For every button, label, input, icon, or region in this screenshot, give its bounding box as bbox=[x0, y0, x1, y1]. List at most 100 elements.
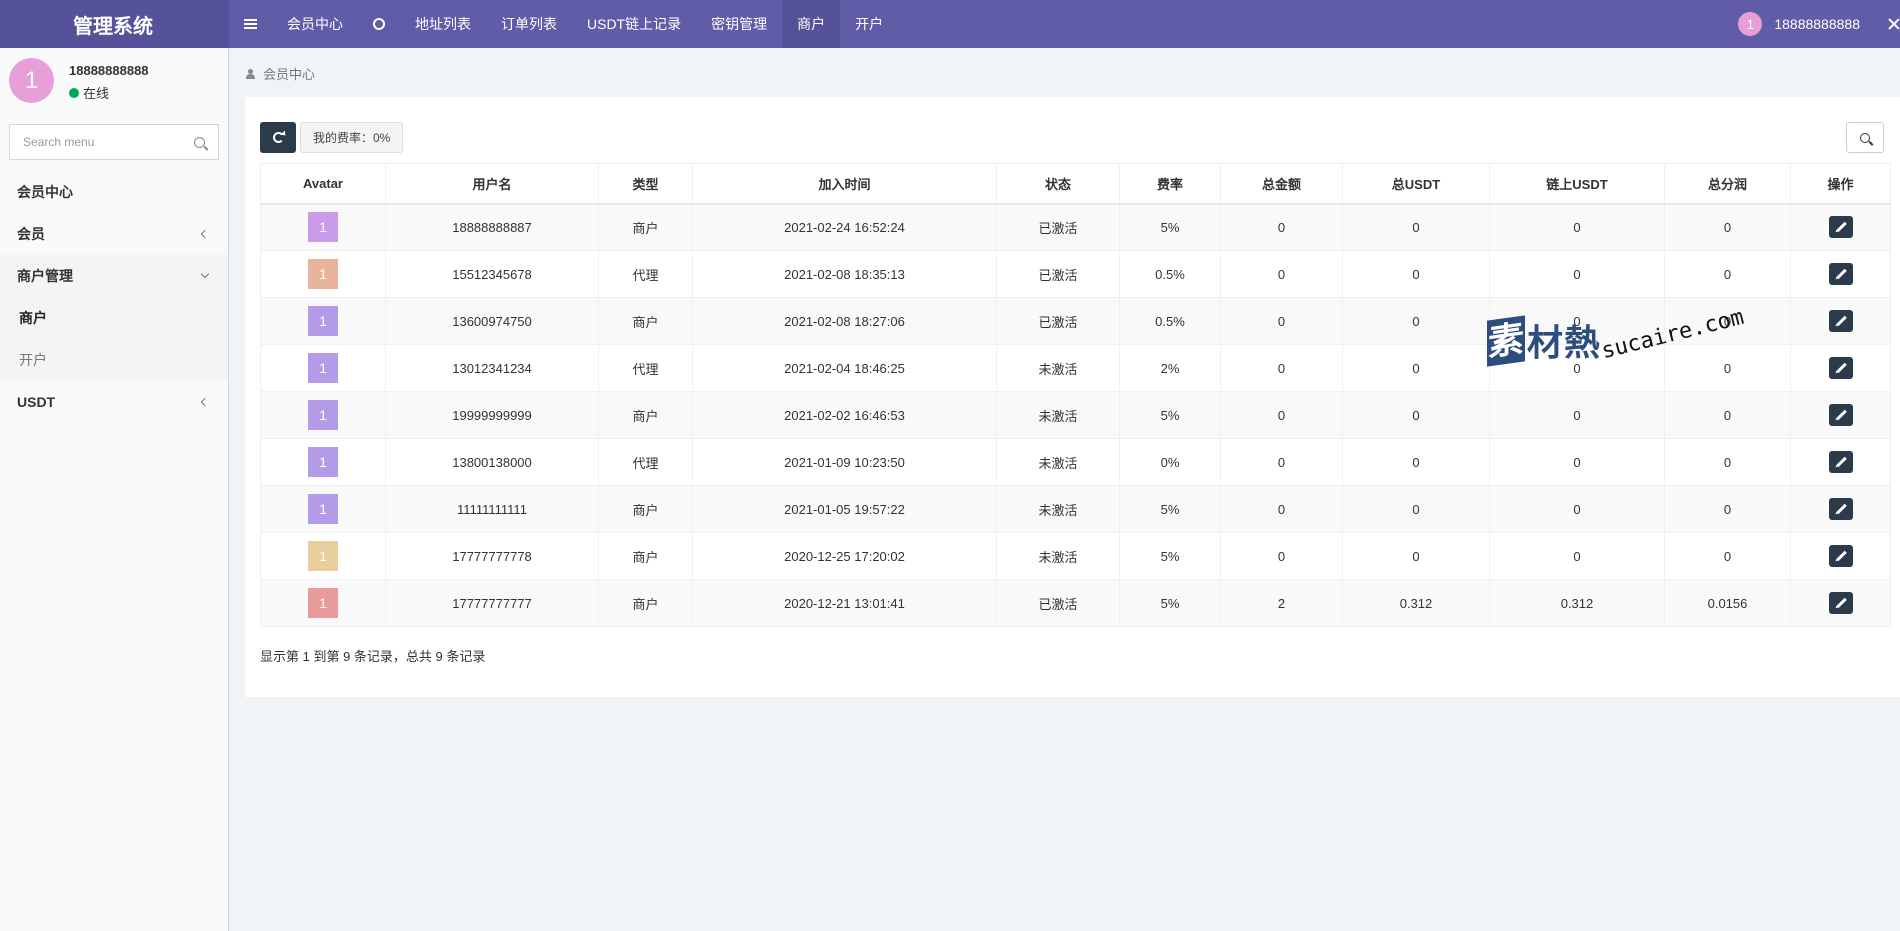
chevron-left-icon bbox=[200, 397, 210, 407]
cell-status: 已激活 bbox=[996, 579, 1120, 627]
fullscreen-icon[interactable] bbox=[1888, 18, 1900, 30]
sidebar-item-label: USDT bbox=[17, 394, 56, 410]
edit-button[interactable] bbox=[1828, 404, 1853, 426]
nav-member-center[interactable]: 会员中心 bbox=[272, 0, 358, 48]
sidebar-item-usdt[interactable]: USDT bbox=[0, 381, 228, 423]
cell-avatar: 1 bbox=[260, 579, 386, 627]
edit-button[interactable] bbox=[1828, 545, 1853, 567]
cell-actions bbox=[1790, 485, 1891, 533]
nav-order-list[interactable]: 订单列表 bbox=[486, 0, 572, 48]
column-header[interactable]: 费率 bbox=[1119, 163, 1221, 205]
column-header[interactable]: 操作 bbox=[1790, 163, 1891, 205]
search-icon[interactable] bbox=[194, 136, 205, 148]
table-row[interactable]: 1 17777777777 商户 2020-12-21 13:01:41 已激活 5% 2 0… bbox=[260, 579, 1891, 627]
table-search-button[interactable] bbox=[1846, 122, 1884, 153]
cell-total-amount: 2 bbox=[1220, 579, 1343, 627]
cell-rate: 5% bbox=[1119, 203, 1221, 251]
table-toolbar: 我的费率：0% bbox=[260, 122, 404, 153]
table-row[interactable]: 1 18888888887 商户 2021-02-24 16:52:24 已激活 5% 0 0… bbox=[260, 203, 1891, 251]
cell-total-amount: 0 bbox=[1220, 297, 1343, 345]
sidebar-menu: 会员中心 会员 商户管理 商户 开户 USDT bbox=[0, 171, 228, 423]
table-row[interactable]: 1 15512345678 代理 2021-02-08 18:35:13 已激活 0.5%… bbox=[260, 250, 1891, 298]
cell-actions bbox=[1790, 579, 1891, 627]
breadcrumb-item[interactable]: 会员中心 bbox=[263, 64, 315, 83]
nav-open-account[interactable]: 开户 bbox=[840, 0, 898, 48]
nav-circle-button[interactable] bbox=[358, 0, 400, 48]
nav-address-list[interactable]: 地址列表 bbox=[400, 0, 486, 48]
cell-total-usdt: 0.312 bbox=[1342, 579, 1490, 627]
column-header[interactable]: 加入时间 bbox=[692, 163, 997, 205]
table-row[interactable]: 1 11111111111 商户 2021-01-05 19:57:22 未激活 5% 0 0… bbox=[260, 485, 1891, 533]
cell-rate: 2% bbox=[1119, 344, 1221, 392]
cell-username: 11111111111 bbox=[385, 485, 599, 533]
cell-actions bbox=[1790, 532, 1891, 580]
column-header[interactable]: 链上USDT bbox=[1489, 163, 1665, 205]
edit-button[interactable] bbox=[1828, 263, 1853, 285]
top-navbar: 管理系统 会员中心 地址列表 订单列表 USDT链上记录 密钥管理 商户 开户 … bbox=[0, 0, 1900, 48]
refresh-button[interactable] bbox=[260, 122, 296, 153]
breadcrumb: 会员中心 bbox=[246, 64, 315, 83]
column-header[interactable]: 状态 bbox=[996, 163, 1120, 205]
search-icon bbox=[1860, 132, 1870, 143]
table-row[interactable]: 1 13800138000 代理 2021-01-09 10:23:50 未激活 0% 0 0… bbox=[260, 438, 1891, 486]
column-header[interactable]: 用户名 bbox=[385, 163, 599, 205]
cell-actions bbox=[1790, 203, 1891, 251]
merchant-table: Avatar 用户名 类型 加入时间 状态 费率 总金额 总USDT 链上USD… bbox=[260, 163, 1891, 627]
sidebar-item-merchant[interactable]: 商户 bbox=[0, 297, 228, 339]
table-row[interactable]: 1 17777777778 商户 2020-12-25 17:20:02 未激活 5% 0 0… bbox=[260, 532, 1891, 580]
cell-joined: 2021-02-04 18:46:25 bbox=[692, 344, 997, 392]
edit-button[interactable] bbox=[1828, 498, 1853, 520]
my-rate-button[interactable]: 我的费率：0% bbox=[300, 122, 404, 153]
cell-total-profit: 0 bbox=[1664, 250, 1791, 298]
cell-total-amount: 0 bbox=[1220, 391, 1343, 439]
cell-joined: 2020-12-21 13:01:41 bbox=[692, 579, 997, 627]
cell-rate: 5% bbox=[1119, 532, 1221, 580]
nav-merchant[interactable]: 商户 bbox=[782, 0, 841, 48]
sidebar-item-member-center[interactable]: 会员中心 bbox=[0, 171, 228, 213]
sidebar-item-merchant-management[interactable]: 商户管理 bbox=[0, 255, 228, 297]
top-user-name[interactable]: 18888888888 bbox=[1774, 16, 1860, 32]
menu-icon bbox=[244, 19, 257, 29]
cell-rate: 0.5% bbox=[1119, 297, 1221, 345]
nav-usdt-chain-records[interactable]: USDT链上记录 bbox=[572, 0, 696, 48]
edit-button[interactable] bbox=[1828, 216, 1853, 239]
edit-button[interactable] bbox=[1828, 451, 1853, 473]
cell-status: 未激活 bbox=[996, 532, 1120, 580]
cell-total-usdt: 0 bbox=[1342, 250, 1490, 298]
cell-avatar: 1 bbox=[260, 203, 386, 251]
cell-total-usdt: 0 bbox=[1342, 344, 1490, 392]
sidebar-item-member[interactable]: 会员 bbox=[0, 213, 228, 255]
pencil-icon bbox=[1835, 597, 1847, 609]
sidebar-item-open-account[interactable]: 开户 bbox=[0, 339, 228, 381]
cell-avatar: 1 bbox=[260, 391, 386, 439]
cell-type: 商户 bbox=[598, 203, 693, 251]
pagination-info: 显示第 1 到第 9 条记录，总共 9 条记录 bbox=[260, 649, 486, 664]
edit-button[interactable] bbox=[1828, 592, 1853, 614]
cell-type: 商户 bbox=[598, 485, 693, 533]
avatar: 1 bbox=[308, 353, 338, 383]
edit-button[interactable] bbox=[1828, 357, 1853, 379]
brand-logo[interactable]: 管理系统 bbox=[0, 0, 229, 48]
edit-button[interactable] bbox=[1828, 310, 1853, 332]
cell-chain-usdt: 0.312 bbox=[1489, 579, 1665, 627]
cell-status: 未激活 bbox=[996, 391, 1120, 439]
merchant-submenu: 商户 开户 bbox=[0, 297, 228, 381]
sidebar-item-label: 会员中心 bbox=[17, 184, 73, 200]
watermark-url: sucaire.com bbox=[1599, 304, 1747, 365]
sidebar: 1 18888888888 在线 会员中心 会员 商户管理 商户 开户 USDT bbox=[0, 48, 229, 931]
cell-username: 19999999999 bbox=[385, 391, 599, 439]
cell-total-amount: 0 bbox=[1220, 250, 1343, 298]
column-header[interactable]: 总金额 bbox=[1220, 163, 1343, 205]
nav-key-management[interactable]: 密钥管理 bbox=[696, 0, 782, 48]
top-user-avatar[interactable]: 1 bbox=[1738, 12, 1763, 36]
table-row[interactable]: 1 19999999999 商户 2021-02-02 16:46:53 未激活 5% 0 0… bbox=[260, 391, 1891, 439]
column-header[interactable]: 总分润 bbox=[1664, 163, 1791, 205]
search-input[interactable] bbox=[10, 135, 180, 149]
sidebar-toggle-button[interactable] bbox=[229, 0, 272, 48]
cell-actions bbox=[1790, 391, 1891, 439]
top-user-menu[interactable]: 1 18888888888 bbox=[1738, 0, 1900, 48]
column-header[interactable]: 类型 bbox=[598, 163, 693, 205]
cell-chain-usdt: 0 bbox=[1489, 203, 1665, 251]
column-header[interactable]: 总USDT bbox=[1342, 163, 1490, 205]
column-header[interactable]: Avatar bbox=[260, 163, 386, 205]
